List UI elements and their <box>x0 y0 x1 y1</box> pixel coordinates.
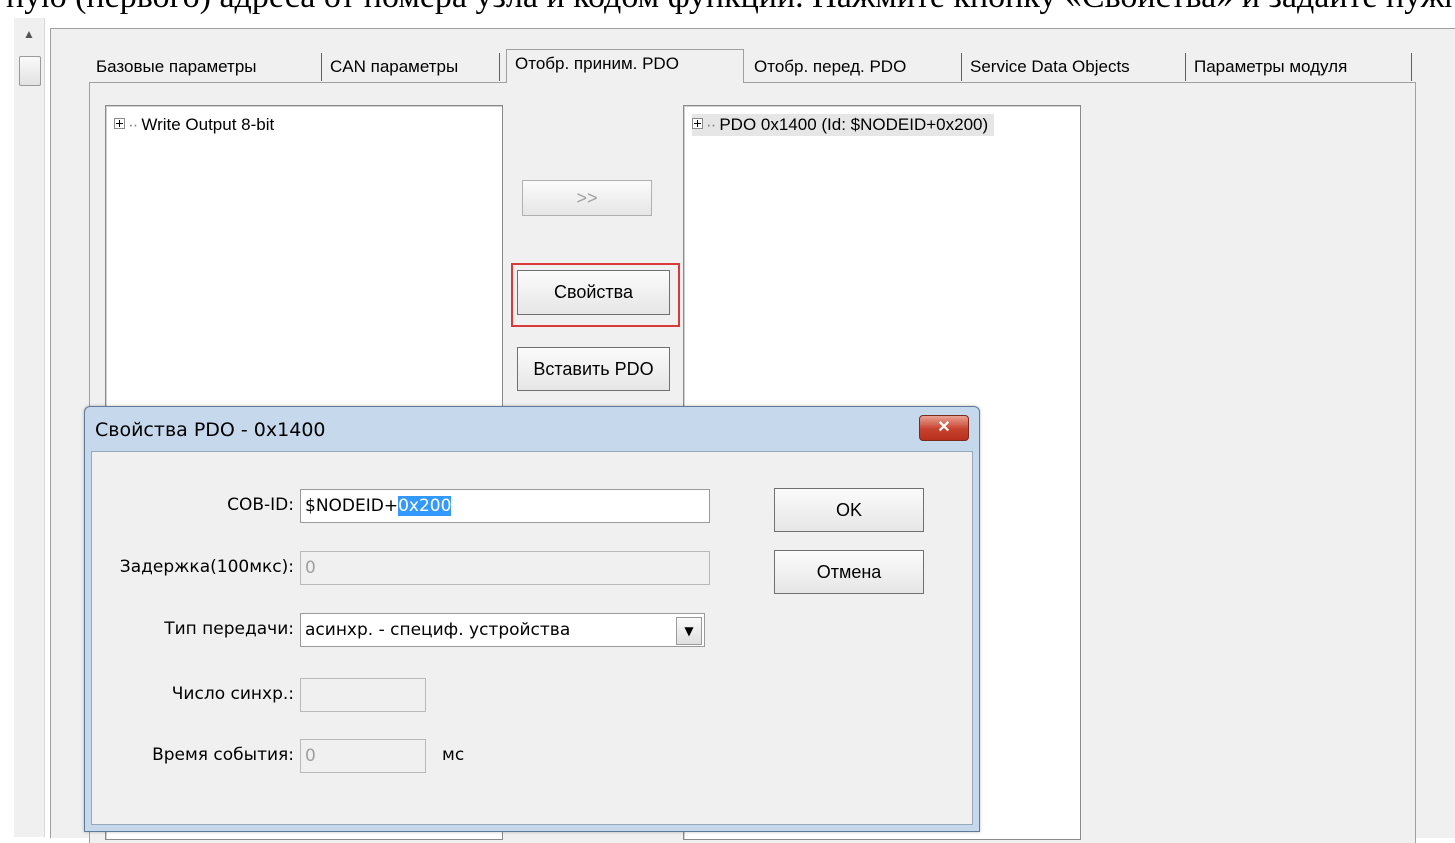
list-item[interactable]: ·· PDO 0x1400 (Id: $NODEID+0x200) <box>692 114 995 136</box>
list-item-label: PDO 0x1400 (Id: $NODEID+0x200) <box>719 115 989 134</box>
tab-transmit-pdo-mapping[interactable]: Отобр. перед. PDO <box>746 53 962 81</box>
cob-id-label: COB-ID: <box>227 495 294 515</box>
event-time-label: Время события: <box>152 745 294 765</box>
sync-number-label: Число синхр.: <box>171 684 294 704</box>
delay-label: Задержка(100мкс): <box>119 557 294 577</box>
dialog-body: COB-ID: $NODEID+0x200 Задержка(100мкс): … <box>91 451 973 825</box>
transmission-type-select[interactable]: асинхр. - специф. устройства ▼ <box>300 613 705 647</box>
move-right-button[interactable]: >> <box>522 180 652 216</box>
expand-icon[interactable] <box>692 118 703 129</box>
sync-number-input[interactable] <box>300 678 426 712</box>
insert-pdo-button[interactable]: Вставить PDO <box>517 347 670 391</box>
list-item-label: Write Output 8-bit <box>141 115 275 134</box>
cob-id-input[interactable]: $NODEID+0x200 <box>300 489 710 523</box>
event-time-unit: мс <box>442 745 465 765</box>
tab-receive-pdo-mapping[interactable]: Отобр. приним. PDO <box>506 49 744 83</box>
tab-can-parameters[interactable]: CAN параметры <box>322 53 500 81</box>
tab-module-parameters[interactable]: Параметры модуля <box>1186 53 1412 81</box>
ok-button[interactable]: OK <box>774 488 924 532</box>
cut-off-instruction-text: ную (первого) адреса от номера узла и ко… <box>0 0 1455 18</box>
close-icon[interactable]: ✕ <box>919 415 969 441</box>
scrollbar-thumb[interactable] <box>19 56 41 86</box>
instruction-text: ную (первого) адреса от номера узла и ко… <box>6 0 1455 16</box>
selected-text: 0x200 <box>398 496 452 516</box>
transmission-type-label: Тип передачи: <box>164 619 294 639</box>
pdo-properties-dialog: Свойства PDO - 0x1400 ✕ COB-ID: $NODEID+… <box>84 406 980 832</box>
list-item[interactable]: ·· Write Output 8-bit <box>114 114 274 136</box>
expand-icon[interactable] <box>114 118 125 129</box>
chevron-down-icon[interactable]: ▼ <box>676 617 702 645</box>
event-time-input[interactable]: 0 <box>300 739 426 773</box>
tab-service-data-objects[interactable]: Service Data Objects <box>962 53 1186 81</box>
tab-basic-parameters[interactable]: Базовые параметры <box>88 53 322 81</box>
dialog-title: Свойства PDO - 0x1400 <box>95 419 326 441</box>
cancel-button[interactable]: Отмена <box>774 550 924 594</box>
scroll-up-arrow-icon[interactable]: ▲ <box>14 24 44 44</box>
vertical-scrollbar[interactable]: ▲ <box>14 18 45 837</box>
properties-button[interactable]: Свойства <box>517 270 670 315</box>
delay-input[interactable]: 0 <box>300 551 710 585</box>
